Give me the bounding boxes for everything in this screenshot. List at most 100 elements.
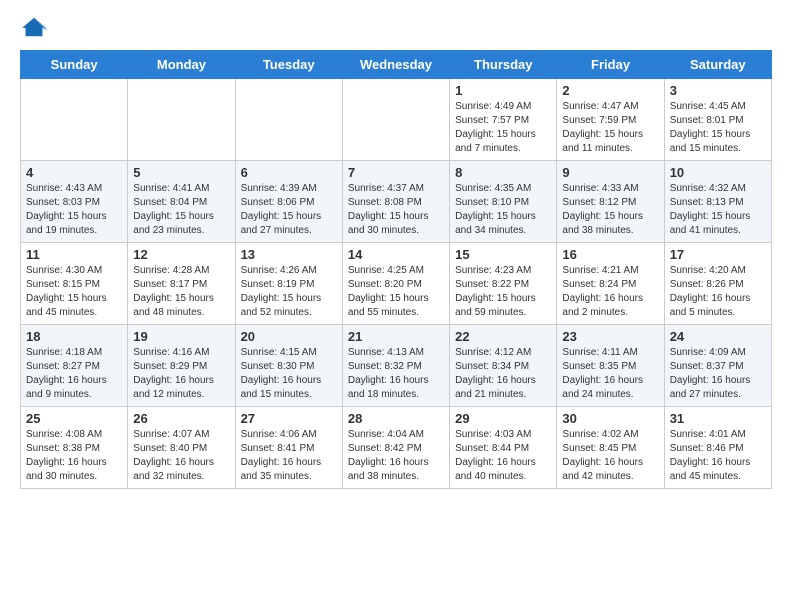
calendar-day-25: 25Sunrise: 4:08 AM Sunset: 8:38 PM Dayli… <box>21 407 128 489</box>
calendar-day-10: 10 Sunrise: 4:32 AM Sunset: 8:13 PM Dayli… <box>664 161 771 243</box>
day-info: Sunrise: 4:04 AM Sunset: 8:42 PM Dayligh… <box>348 428 444 484</box>
calendar-day-27: 27Sunrise: 4:06 AM Sunset: 8:41 PM Dayli… <box>235 407 342 489</box>
day-number: 24 <box>670 329 766 344</box>
day-number: 28 <box>348 411 444 426</box>
day-info: Sunrise: 4:07 AM Sunset: 8:40 PM Dayligh… <box>133 428 229 484</box>
calendar-table: SundayMondayTuesdayWednesdayThursdayFrid… <box>20 50 772 489</box>
weekday-header-tuesday: Tuesday <box>235 51 342 79</box>
day-number: 30 <box>562 411 658 426</box>
day-info: Sunrise: 4:01 AM Sunset: 8:46 PM Dayligh… <box>670 428 766 484</box>
calendar-empty-cell <box>21 79 128 161</box>
day-info: Sunrise: 4:39 AM Sunset: 8:06 PM Dayligh… <box>241 182 337 238</box>
calendar-day-17: 17Sunrise: 4:20 AM Sunset: 8:26 PM Dayli… <box>664 243 771 325</box>
day-number: 10 <box>670 165 766 180</box>
day-info: Sunrise: 4:28 AM Sunset: 8:17 PM Dayligh… <box>133 264 229 320</box>
calendar-day-21: 21 Sunrise: 4:13 AM Sunset: 8:32 PM Dayli… <box>342 325 449 407</box>
day-number: 19 <box>133 329 229 344</box>
day-info: Sunrise: 4:43 AM Sunset: 8:03 PM Dayligh… <box>26 182 122 238</box>
weekday-header-sunday: Sunday <box>21 51 128 79</box>
day-number: 18 <box>26 329 122 344</box>
day-number: 9 <box>562 165 658 180</box>
day-info: Sunrise: 4:02 AM Sunset: 8:45 PM Dayligh… <box>562 428 658 484</box>
weekday-header-thursday: Thursday <box>450 51 557 79</box>
day-info: Sunrise: 4:47 AM Sunset: 7:59 PM Dayligh… <box>562 100 658 156</box>
calendar-day-13: 13 Sunrise: 4:26 AM Sunset: 8:19 PM Dayli… <box>235 243 342 325</box>
weekday-header-friday: Friday <box>557 51 664 79</box>
day-info: Sunrise: 4:11 AM Sunset: 8:35 PM Dayligh… <box>562 346 658 402</box>
calendar-day-11: 11 Sunrise: 4:30 AM Sunset: 8:15 PM Dayli… <box>21 243 128 325</box>
day-info: Sunrise: 4:49 AM Sunset: 7:57 PM Dayligh… <box>455 100 551 156</box>
day-number: 1 <box>455 83 551 98</box>
day-info: Sunrise: 4:30 AM Sunset: 8:15 PM Dayligh… <box>26 264 122 320</box>
calendar-week-row: 4 Sunrise: 4:43 AM Sunset: 8:03 PM Daylig… <box>21 161 772 243</box>
day-number: 6 <box>241 165 337 180</box>
weekday-header-monday: Monday <box>128 51 235 79</box>
calendar-week-row: 11 Sunrise: 4:30 AM Sunset: 8:15 PM Dayli… <box>21 243 772 325</box>
day-info: Sunrise: 4:23 AM Sunset: 8:22 PM Dayligh… <box>455 264 551 320</box>
day-info: Sunrise: 4:37 AM Sunset: 8:08 PM Dayligh… <box>348 182 444 238</box>
calendar-day-28: 28 Sunrise: 4:04 AM Sunset: 8:42 PM Dayli… <box>342 407 449 489</box>
day-info: Sunrise: 4:09 AM Sunset: 8:37 PM Dayligh… <box>670 346 766 402</box>
day-info: Sunrise: 4:12 AM Sunset: 8:34 PM Dayligh… <box>455 346 551 402</box>
day-number: 3 <box>670 83 766 98</box>
calendar-day-15: 15 Sunrise: 4:23 AM Sunset: 8:22 PM Dayli… <box>450 243 557 325</box>
day-info: Sunrise: 4:26 AM Sunset: 8:19 PM Dayligh… <box>241 264 337 320</box>
day-info: Sunrise: 4:15 AM Sunset: 8:30 PM Dayligh… <box>241 346 337 402</box>
day-info: Sunrise: 4:16 AM Sunset: 8:29 PM Dayligh… <box>133 346 229 402</box>
weekday-header-wednesday: Wednesday <box>342 51 449 79</box>
calendar-day-20: 20 Sunrise: 4:15 AM Sunset: 8:30 PM Dayli… <box>235 325 342 407</box>
day-number: 21 <box>348 329 444 344</box>
day-info: Sunrise: 4:03 AM Sunset: 8:44 PM Dayligh… <box>455 428 551 484</box>
calendar-day-12: 12Sunrise: 4:28 AM Sunset: 8:17 PM Dayli… <box>128 243 235 325</box>
day-info: Sunrise: 4:45 AM Sunset: 8:01 PM Dayligh… <box>670 100 766 156</box>
day-info: Sunrise: 4:32 AM Sunset: 8:13 PM Dayligh… <box>670 182 766 238</box>
page-header <box>20 16 772 38</box>
calendar-day-4: 4 Sunrise: 4:43 AM Sunset: 8:03 PM Daylig… <box>21 161 128 243</box>
calendar-day-3: 3 Sunrise: 4:45 AM Sunset: 8:01 PM Daylig… <box>664 79 771 161</box>
day-info: Sunrise: 4:41 AM Sunset: 8:04 PM Dayligh… <box>133 182 229 238</box>
calendar-header-row: SundayMondayTuesdayWednesdayThursdayFrid… <box>21 51 772 79</box>
calendar-week-row: 18 Sunrise: 4:18 AM Sunset: 8:27 PM Dayli… <box>21 325 772 407</box>
calendar-day-18: 18 Sunrise: 4:18 AM Sunset: 8:27 PM Dayli… <box>21 325 128 407</box>
day-number: 26 <box>133 411 229 426</box>
calendar-empty-cell <box>128 79 235 161</box>
day-number: 29 <box>455 411 551 426</box>
calendar-day-14: 14Sunrise: 4:25 AM Sunset: 8:20 PM Dayli… <box>342 243 449 325</box>
day-info: Sunrise: 4:18 AM Sunset: 8:27 PM Dayligh… <box>26 346 122 402</box>
day-info: Sunrise: 4:13 AM Sunset: 8:32 PM Dayligh… <box>348 346 444 402</box>
calendar-day-26: 26 Sunrise: 4:07 AM Sunset: 8:40 PM Dayli… <box>128 407 235 489</box>
calendar-day-29: 29 Sunrise: 4:03 AM Sunset: 8:44 PM Dayli… <box>450 407 557 489</box>
logo <box>20 16 54 38</box>
calendar-empty-cell <box>342 79 449 161</box>
calendar-empty-cell <box>235 79 342 161</box>
day-number: 7 <box>348 165 444 180</box>
day-number: 11 <box>26 247 122 262</box>
calendar-day-6: 6 Sunrise: 4:39 AM Sunset: 8:06 PM Daylig… <box>235 161 342 243</box>
day-info: Sunrise: 4:20 AM Sunset: 8:26 PM Dayligh… <box>670 264 766 320</box>
calendar-day-8: 8Sunrise: 4:35 AM Sunset: 8:10 PM Daylig… <box>450 161 557 243</box>
logo-icon <box>20 16 48 38</box>
day-number: 31 <box>670 411 766 426</box>
calendar-week-row: 1 Sunrise: 4:49 AM Sunset: 7:57 PM Daylig… <box>21 79 772 161</box>
day-info: Sunrise: 4:21 AM Sunset: 8:24 PM Dayligh… <box>562 264 658 320</box>
day-number: 22 <box>455 329 551 344</box>
calendar-day-23: 23Sunrise: 4:11 AM Sunset: 8:35 PM Dayli… <box>557 325 664 407</box>
day-info: Sunrise: 4:25 AM Sunset: 8:20 PM Dayligh… <box>348 264 444 320</box>
calendar-day-16: 16 Sunrise: 4:21 AM Sunset: 8:24 PM Dayli… <box>557 243 664 325</box>
day-number: 4 <box>26 165 122 180</box>
day-number: 20 <box>241 329 337 344</box>
day-number: 5 <box>133 165 229 180</box>
day-number: 16 <box>562 247 658 262</box>
calendar-day-19: 19 Sunrise: 4:16 AM Sunset: 8:29 PM Dayli… <box>128 325 235 407</box>
calendar-week-row: 25Sunrise: 4:08 AM Sunset: 8:38 PM Dayli… <box>21 407 772 489</box>
day-number: 15 <box>455 247 551 262</box>
calendar-day-7: 7 Sunrise: 4:37 AM Sunset: 8:08 PM Daylig… <box>342 161 449 243</box>
calendar-day-24: 24 Sunrise: 4:09 AM Sunset: 8:37 PM Dayli… <box>664 325 771 407</box>
calendar-day-22: 22 Sunrise: 4:12 AM Sunset: 8:34 PM Dayli… <box>450 325 557 407</box>
day-info: Sunrise: 4:33 AM Sunset: 8:12 PM Dayligh… <box>562 182 658 238</box>
calendar-day-2: 2Sunrise: 4:47 AM Sunset: 7:59 PM Daylig… <box>557 79 664 161</box>
calendar-day-30: 30 Sunrise: 4:02 AM Sunset: 8:45 PM Dayli… <box>557 407 664 489</box>
day-number: 13 <box>241 247 337 262</box>
day-info: Sunrise: 4:35 AM Sunset: 8:10 PM Dayligh… <box>455 182 551 238</box>
day-number: 25 <box>26 411 122 426</box>
